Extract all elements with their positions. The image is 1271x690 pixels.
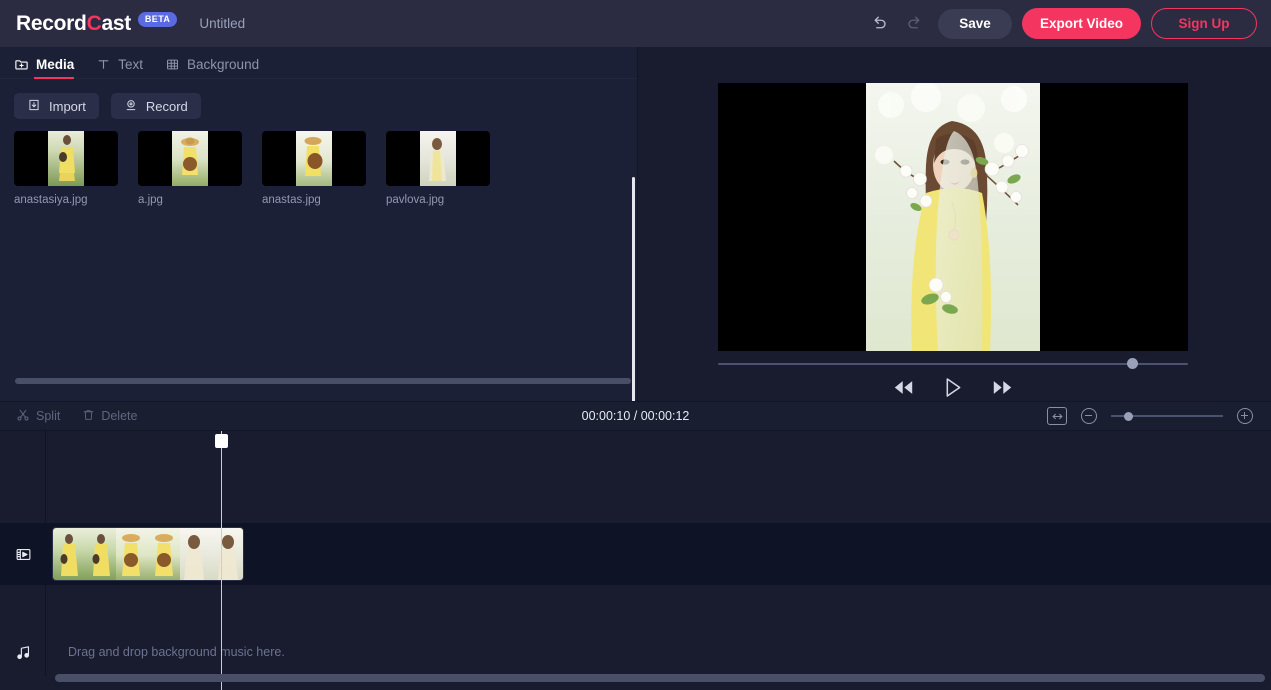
seek-track[interactable] <box>718 363 1188 365</box>
beta-badge: BETA <box>137 12 178 27</box>
video-track[interactable] <box>46 523 1271 585</box>
audio-track[interactable]: Drag and drop background music here. <box>46 627 1271 677</box>
brand-logo[interactable]: Record Cast BETA <box>16 12 178 36</box>
brand-suffix: ast <box>101 11 131 35</box>
media-grid: anastasiya.jpg a.jpg anastas.jpg pavlova… <box>0 119 637 206</box>
import-label: Import <box>49 98 86 114</box>
record-button[interactable]: Record <box>110 93 201 119</box>
rewind-icon[interactable] <box>894 380 913 394</box>
brand-prefix: Record <box>16 11 87 35</box>
fast-forward-icon[interactable] <box>993 380 1012 394</box>
brand-accent-letter: C <box>86 11 102 35</box>
project-title[interactable]: Untitled <box>199 16 245 31</box>
media-item-name: pavlova.jpg <box>386 194 445 206</box>
playhead[interactable] <box>215 431 228 690</box>
media-item-name: a.jpg <box>138 194 163 206</box>
top-bar-actions: Save Export Video Sign Up <box>866 0 1257 47</box>
playhead-handle[interactable] <box>215 434 228 448</box>
export-video-button[interactable]: Export Video <box>1022 8 1141 39</box>
preview-panel <box>639 47 1271 401</box>
thumbnail-image <box>48 131 84 186</box>
undo-icon[interactable] <box>866 11 892 37</box>
import-icon <box>27 98 41 115</box>
music-note-icon <box>0 627 46 677</box>
timeline-horizontal-scrollbar[interactable] <box>55 674 1265 682</box>
sign-up-button[interactable]: Sign Up <box>1151 8 1257 39</box>
clip-segment <box>179 528 243 580</box>
redo-icon[interactable] <box>902 11 928 37</box>
preview-seek-bar[interactable] <box>718 357 1188 371</box>
tab-background[interactable]: Background <box>165 57 259 78</box>
zoom-slider[interactable] <box>1111 410 1223 422</box>
tab-background-label: Background <box>187 57 260 72</box>
media-item-name: anastas.jpg <box>262 194 321 206</box>
record-label: Record <box>145 98 188 114</box>
media-thumbnail[interactable] <box>14 131 118 186</box>
media-item[interactable]: pavlova.jpg <box>386 131 490 206</box>
media-item[interactable]: anastas.jpg <box>262 131 366 206</box>
video-stage[interactable] <box>718 83 1188 351</box>
text-t-icon <box>96 57 111 72</box>
clip-segment <box>116 528 180 580</box>
save-button[interactable]: Save <box>938 8 1012 39</box>
panel-tabs: Media Text Background <box>0 47 637 79</box>
timeline: Drag and drop background music here. <box>0 431 1271 690</box>
tab-media[interactable]: Media <box>14 57 75 79</box>
timeline-toolbar: Split Delete 00:00:10 / 00:00:12 <box>0 401 1271 431</box>
thumbnail-image <box>296 131 332 186</box>
folder-add-icon <box>14 57 29 72</box>
zoom-in-icon[interactable] <box>1237 408 1253 424</box>
zoom-slider-handle[interactable] <box>1124 412 1133 421</box>
clip-segment <box>53 528 117 580</box>
thumbnail-image <box>420 131 456 186</box>
media-tools: Import Record <box>0 79 637 119</box>
tab-text-label: Text <box>118 57 144 72</box>
tab-media-label: Media <box>36 57 75 72</box>
play-icon[interactable] <box>945 377 961 397</box>
thumbnail-image <box>172 131 208 186</box>
tab-text[interactable]: Text <box>96 57 143 78</box>
media-panel-vertical-scrollbar[interactable] <box>632 177 635 422</box>
playback-controls <box>718 373 1188 401</box>
video-clip-icon <box>0 523 46 585</box>
media-thumbnail[interactable] <box>138 131 242 186</box>
zoom-out-icon[interactable] <box>1081 408 1097 424</box>
background-icon <box>165 57 180 72</box>
import-button[interactable]: Import <box>14 93 99 119</box>
timeline-clip[interactable] <box>52 527 244 581</box>
top-bar: Record Cast BETA Untitled Save Export Vid… <box>0 0 1271 47</box>
track-gutter <box>0 431 46 676</box>
brand-name: Record Cast <box>16 12 131 36</box>
recordcast-editor: Record Cast BETA Untitled Save Export Vid… <box>0 0 1271 690</box>
track-area: Drag and drop background music here. <box>46 431 1271 676</box>
media-item-name: anastasiya.jpg <box>14 194 88 206</box>
preview-frame-image <box>866 83 1040 351</box>
media-panel-horizontal-scrollbar[interactable] <box>15 378 631 384</box>
media-thumbnail[interactable] <box>386 131 490 186</box>
record-camera-icon <box>124 98 138 115</box>
timeline-zoom-controls <box>1047 407 1253 425</box>
audio-drop-hint: Drag and drop background music here. <box>68 645 285 659</box>
seek-handle[interactable] <box>1127 358 1138 369</box>
media-thumbnail[interactable] <box>262 131 366 186</box>
media-library-panel: Media Text Background Import Record anas… <box>0 47 638 422</box>
fit-to-width-icon[interactable] <box>1047 407 1067 425</box>
media-item[interactable]: anastasiya.jpg <box>14 131 118 206</box>
media-item[interactable]: a.jpg <box>138 131 242 206</box>
